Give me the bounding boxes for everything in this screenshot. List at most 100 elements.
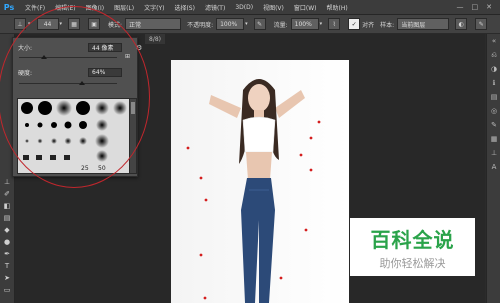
gradient-tool[interactable]: ▤ <box>0 212 14 224</box>
tool-preset-picker[interactable]: ⊥ ▾ <box>14 18 31 30</box>
chevron-down-icon[interactable]: ▾ <box>320 21 323 27</box>
brush-preset-grid[interactable]: 25 50 <box>17 98 131 174</box>
align-label: 对齐 <box>362 21 375 29</box>
preset-scrollbar[interactable] <box>129 98 137 174</box>
channels-panel-icon[interactable]: ◎ <box>487 104 500 118</box>
chevron-down-icon[interactable]: ▾ <box>245 21 248 27</box>
photoshop-logo: Ps <box>3 2 15 12</box>
ignore-adjustment-toggle[interactable]: ◐ <box>455 18 469 30</box>
document-image[interactable] <box>171 60 349 303</box>
minimize-button[interactable]: — <box>457 3 464 11</box>
menu-window[interactable]: 窗口(W) <box>289 3 322 12</box>
brush-tip-hard <box>76 101 90 115</box>
menu-file[interactable]: 文件(F) <box>20 3 50 12</box>
gear-icon[interactable]: ⚙ <box>136 44 142 52</box>
brush-size-badge: 44 <box>36 18 59 30</box>
text-panel-icon[interactable]: A <box>487 160 500 174</box>
brush-tip-hard <box>21 102 33 114</box>
hardness-slider-thumb[interactable] <box>78 81 85 85</box>
clone-source-panel-icon[interactable]: ⊥ <box>487 146 500 160</box>
toggle-clone-source[interactable]: ▣ <box>88 18 102 30</box>
brush-preset-picker: 大小: 44 像素 ⚙ ⊞ 硬度: 64% 25 50 <box>12 37 142 177</box>
size-label: 大小: <box>18 45 33 52</box>
maximize-button[interactable]: □ <box>472 3 479 11</box>
flow-input[interactable]: 100% <box>290 18 319 30</box>
size-input[interactable]: 44 像素 <box>88 43 122 52</box>
preset-label-50: 50 <box>98 165 106 172</box>
brush-panel-icon[interactable]: ▦ <box>487 132 500 146</box>
mode-select[interactable]: 正常 <box>125 18 182 30</box>
hardness-row: 硬度: 64% <box>18 68 122 77</box>
flow-group: 流量: 100% ▾ <box>273 18 323 30</box>
sample-label: 样本: <box>380 21 395 29</box>
size-slider[interactable] <box>19 57 117 58</box>
layers-panel-icon[interactable]: ▤ <box>487 90 500 104</box>
opacity-label: 不透明度: <box>187 21 214 29</box>
brush-tip-hard <box>38 101 52 115</box>
preset-scrollbar-thumb[interactable] <box>131 102 135 114</box>
close-button[interactable]: ✕ <box>486 3 492 11</box>
airbrush-toggle[interactable]: ⌇ <box>328 18 342 30</box>
menu-3d[interactable]: 3D(D) <box>230 4 258 11</box>
mode-group: 模式: 正常 <box>108 18 182 30</box>
opacity-input[interactable]: 100% <box>216 18 245 30</box>
brush-tip-soft <box>113 101 127 115</box>
chevron-down-icon: ▾ <box>59 21 63 27</box>
pressure-opacity-toggle[interactable]: ✎ <box>253 18 268 30</box>
toggle-brush-panel[interactable]: ▦ <box>68 18 82 30</box>
menu-type[interactable]: 文字(Y) <box>139 3 169 12</box>
size-slider-thumb[interactable] <box>40 55 47 59</box>
hardness-input[interactable]: 64% <box>88 68 122 77</box>
opacity-group: 不透明度: 100% ▾ <box>187 18 248 30</box>
brush-tip-soft <box>56 100 72 116</box>
checkbox-checked-icon: ✓ <box>348 18 361 30</box>
menu-layer[interactable]: 图层(L) <box>109 3 139 12</box>
right-panel-dock: « ⎌ ◑ ℹ ▤ ◎ ✎ ▦ ⊥ A <box>486 34 500 303</box>
pen-pressure-icon: ✎ <box>475 18 488 30</box>
paths-panel-icon[interactable]: ✎ <box>487 118 500 132</box>
flow-label: 流量: <box>273 21 288 29</box>
history-brush-tool[interactable]: ✐ <box>0 188 14 200</box>
menu-help[interactable]: 帮助(H) <box>322 3 353 12</box>
size-row: 大小: 44 像素 ⚙ <box>18 43 142 52</box>
path-select-tool[interactable]: ➤ <box>0 272 14 284</box>
airbrush-icon: ⌇ <box>328 18 341 30</box>
type-tool[interactable]: T <box>0 260 14 272</box>
panel-expand-icon[interactable]: « <box>487 34 500 48</box>
clone-source-icon: ▣ <box>88 18 101 30</box>
shape-tool[interactable]: ▭ <box>0 284 14 296</box>
preset-label-25: 25 <box>81 165 89 172</box>
chevron-down-icon: ▾ <box>28 21 31 27</box>
pen-tool[interactable]: ✒ <box>0 248 14 260</box>
properties-panel-icon[interactable]: ℹ <box>487 76 500 90</box>
stamp-icon: ⊥ <box>14 18 26 30</box>
dodge-tool[interactable]: ● <box>0 236 14 248</box>
brush-picker[interactable]: 44 ▾ <box>36 18 63 30</box>
mode-label: 模式: <box>108 21 123 29</box>
sample-select[interactable]: 当前图层 <box>397 18 450 30</box>
menu-filter[interactable]: 滤镜(T) <box>200 3 230 12</box>
hardness-label: 硬度: <box>18 70 33 77</box>
brush-panel-icon: ▦ <box>68 18 81 30</box>
brush-tip-soft <box>95 101 109 115</box>
menu-edit[interactable]: 编辑(E) <box>50 3 80 12</box>
pressure-size-toggle[interactable]: ✎ <box>475 18 489 30</box>
blur-tool[interactable]: ◆ <box>0 224 14 236</box>
pen-pressure-icon: ✎ <box>253 18 266 30</box>
sample-group: 样本: 当前图层 <box>380 18 450 30</box>
history-panel-icon[interactable]: ⎌ <box>487 48 500 62</box>
menu-select[interactable]: 选择(S) <box>169 3 200 12</box>
adjustments-panel-icon[interactable]: ◑ <box>487 62 500 76</box>
menu-image[interactable]: 图像(I) <box>81 3 109 12</box>
photo-figure <box>171 60 349 303</box>
align-group[interactable]: ✓ 对齐 <box>348 18 374 30</box>
watermark-logo: 百科全说 助你轻松解决 <box>350 218 475 276</box>
eraser-tool[interactable]: ◧ <box>0 200 14 212</box>
new-preset-icon[interactable]: ⊞ <box>125 53 130 60</box>
menu-view[interactable]: 视图(V) <box>258 3 289 12</box>
clone-stamp-tool[interactable]: ⊥ <box>0 176 14 188</box>
brush-tips: 25 50 <box>21 100 127 172</box>
menu-bar: Ps 文件(F) 编辑(E) 图像(I) 图层(L) 文字(Y) 选择(S) 滤… <box>0 0 500 15</box>
document-tab[interactable]: 8/8) <box>145 34 165 44</box>
hardness-slider[interactable] <box>19 83 117 84</box>
